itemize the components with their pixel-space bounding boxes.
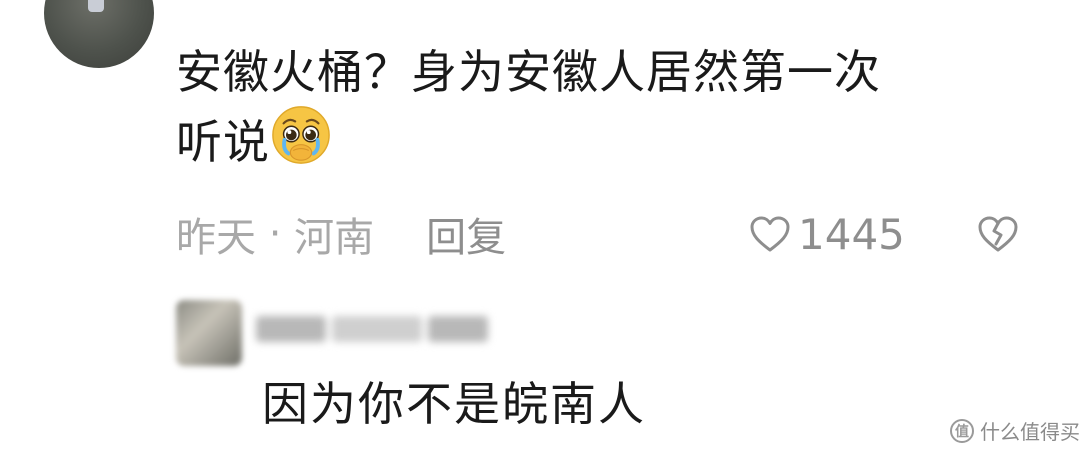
commenter-username[interactable] bbox=[176, 0, 416, 8]
watermark: 值 什么值得买 bbox=[950, 416, 1080, 445]
comment-time: 昨天 bbox=[176, 215, 256, 261]
replier-username[interactable] bbox=[256, 306, 506, 352]
blurred-name-part bbox=[256, 316, 326, 342]
comment-text-line2-wrap: 听说 bbox=[176, 104, 1046, 174]
broken-heart-icon[interactable] bbox=[976, 214, 1020, 254]
watermark-logo-icon: 值 bbox=[950, 418, 974, 443]
comment-meta: 昨天 · 河南 回复 bbox=[176, 205, 506, 263]
meta-separator: · bbox=[256, 211, 295, 257]
comment-text-line2: 听说 bbox=[176, 115, 270, 169]
reply-body: 因为你不是皖南人 bbox=[262, 377, 646, 431]
replier-avatar[interactable] bbox=[176, 300, 242, 366]
reply-button[interactable]: 回复 bbox=[426, 205, 506, 263]
comment-text-line1: 安徽火桶？身为安徽人居然第一次 bbox=[176, 45, 881, 99]
pleading-face-emoji-icon bbox=[272, 106, 330, 164]
commenter-avatar[interactable] bbox=[44, 0, 154, 68]
blurred-name-part bbox=[332, 316, 422, 342]
comment-body: 安徽火桶？身为安徽人居然第一次 听说 bbox=[176, 40, 1046, 174]
comment-location: 河南 bbox=[294, 215, 375, 261]
avatar-figure-body bbox=[88, 0, 104, 12]
comment-thread: 安徽火桶？身为安徽人居然第一次 听说 昨天 · 河南 回复 1445 因为你不是… bbox=[0, 0, 1080, 452]
blurred-name-part bbox=[428, 316, 488, 342]
watermark-text: 什么值得买 bbox=[980, 420, 1080, 444]
heart-outline-icon bbox=[750, 216, 790, 252]
like-button[interactable]: 1445 bbox=[748, 208, 905, 260]
like-count: 1445 bbox=[798, 209, 905, 259]
